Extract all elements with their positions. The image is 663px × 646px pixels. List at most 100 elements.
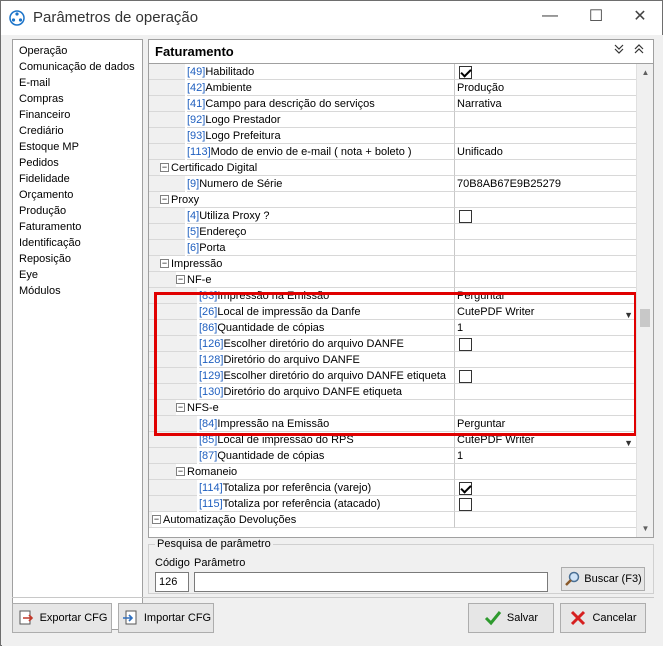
param-row[interactable]: [4]Utiliza Proxy ? <box>149 208 636 224</box>
param-row[interactable]: [26]Local de impressão da Danfe CutePDF W… <box>149 304 636 320</box>
param-checkbox[interactable] <box>459 482 472 495</box>
collapse-toggle-icon[interactable]: − <box>160 258 169 268</box>
param-row[interactable]: [9]Numero de Série 70B8AB67E9B25279 <box>149 176 636 192</box>
param-checkbox[interactable] <box>459 66 472 79</box>
param-row[interactable]: [128]Diretório do arquivo DANFE <box>149 352 636 368</box>
group-row[interactable]: − Impressão <box>149 256 636 272</box>
import-cfg-button[interactable]: Importar CFG <box>118 603 214 633</box>
group-row[interactable]: − NF-e <box>149 272 636 288</box>
scroll-down-icon[interactable]: ▼ <box>637 520 653 537</box>
close-button[interactable]: ✕ <box>617 1 663 31</box>
nav-item[interactable]: Operação <box>19 43 67 59</box>
nav-item[interactable]: Eye <box>19 267 38 283</box>
param-input[interactable] <box>194 572 548 592</box>
param-row[interactable]: [115]Totaliza por referência (atacado) <box>149 496 636 512</box>
param-value-cell[interactable] <box>454 128 636 144</box>
nav-item[interactable]: Financeiro <box>19 107 70 123</box>
param-value-cell[interactable] <box>454 112 636 128</box>
nav-item[interactable]: Módulos <box>19 283 61 299</box>
collapse-toggle-icon[interactable]: − <box>152 514 161 524</box>
dropdown-arrow-icon[interactable]: ▼ <box>624 307 633 319</box>
group-row[interactable]: − Certificado Digital <box>149 160 636 176</box>
param-value-cell[interactable]: 70B8AB67E9B25279 <box>454 176 636 192</box>
collapse-toggle-icon[interactable]: − <box>160 194 169 204</box>
param-value-cell[interactable]: Produção <box>454 80 636 96</box>
param-value-cell[interactable]: 1 <box>454 448 636 464</box>
nav-item[interactable]: Orçamento <box>19 187 73 203</box>
param-value-cell[interactable]: Perguntar <box>454 416 636 432</box>
nav-item[interactable]: Faturamento <box>19 219 81 235</box>
param-row[interactable]: [6]Porta <box>149 240 636 256</box>
nav-item[interactable]: Pedidos <box>19 155 59 171</box>
collapse-toggle-icon[interactable]: − <box>160 162 169 172</box>
category-list[interactable]: Operação Comunicação de dados E-mail Compra… <box>12 39 143 630</box>
code-input[interactable]: 126 <box>155 572 189 592</box>
param-row[interactable]: [113]Modo de envio de e-mail ( nota + bo… <box>149 144 636 160</box>
cancel-button[interactable]: Cancelar <box>560 603 646 633</box>
dropdown-arrow-icon[interactable]: ▼ <box>624 435 633 447</box>
param-value-cell[interactable] <box>454 64 636 80</box>
param-row[interactable]: [49]Habilitado <box>149 64 636 80</box>
maximize-button[interactable]: ☐ <box>573 1 619 31</box>
param-checkbox[interactable] <box>459 498 472 511</box>
param-value-cell[interactable]: Perguntar <box>454 288 636 304</box>
param-value-cell[interactable]: 1 <box>454 320 636 336</box>
nav-item[interactable]: Reposição <box>19 251 71 267</box>
param-row[interactable]: [86]Quantidade de cópias 1 <box>149 320 636 336</box>
nav-item[interactable]: Crediário <box>19 123 64 139</box>
param-checkbox[interactable] <box>459 210 472 223</box>
param-value-cell[interactable] <box>454 240 636 256</box>
param-row[interactable]: [93]Logo Prefeitura <box>149 128 636 144</box>
param-row[interactable]: [130]Diretório do arquivo DANFE etiqueta <box>149 384 636 400</box>
param-row[interactable]: [83]Impressão na Emissão Perguntar <box>149 288 636 304</box>
nav-item[interactable]: Compras <box>19 91 64 107</box>
export-cfg-button[interactable]: Exportar CFG <box>12 603 112 633</box>
collapse-toggle-icon[interactable]: − <box>176 274 185 284</box>
param-value-cell[interactable] <box>454 496 636 512</box>
param-value-cell[interactable]: Narrativa <box>454 96 636 112</box>
param-value-cell[interactable] <box>454 352 636 368</box>
param-row[interactable]: [126]Escolher diretório do arquivo DANFE <box>149 336 636 352</box>
scroll-up-icon[interactable]: ▲ <box>637 64 653 81</box>
nav-item[interactable]: Identificação <box>19 235 81 251</box>
param-row[interactable]: [92]Logo Prestador <box>149 112 636 128</box>
param-row[interactable]: [5]Endereço <box>149 224 636 240</box>
param-row[interactable]: [85]Local de impressão do RPS CutePDF Wri… <box>149 432 636 448</box>
param-checkbox[interactable] <box>459 370 472 383</box>
scroll-thumb[interactable] <box>640 309 650 327</box>
group-row[interactable]: − Proxy <box>149 192 636 208</box>
collapse-toggle-icon[interactable]: − <box>176 466 185 476</box>
vertical-scrollbar[interactable]: ▲ ▼ <box>636 64 653 537</box>
param-value-cell[interactable]: CutePDF Writer ▼ <box>454 304 636 320</box>
nav-item[interactable]: Fidelidade <box>19 171 70 187</box>
param-value-cell[interactable] <box>454 208 636 224</box>
collapse-toggle-icon[interactable]: − <box>176 402 185 412</box>
expand-all-icon[interactable] <box>611 43 627 59</box>
param-row[interactable]: [114]Totaliza por referência (varejo) <box>149 480 636 496</box>
param-value-cell[interactable] <box>454 384 636 400</box>
param-row[interactable]: [42]Ambiente Produção <box>149 80 636 96</box>
param-value-cell[interactable] <box>454 224 636 240</box>
param-row[interactable]: [129]Escolher diretório do arquivo DANFE… <box>149 368 636 384</box>
param-value-cell[interactable]: Unificado <box>454 144 636 160</box>
param-checkbox[interactable] <box>459 338 472 351</box>
search-button[interactable]: Buscar (F3) <box>561 567 645 591</box>
minimize-button[interactable]: — <box>527 1 573 31</box>
save-button[interactable]: Salvar <box>468 603 554 633</box>
param-value-cell[interactable] <box>454 368 636 384</box>
param-value-cell[interactable]: CutePDF Writer ▼ <box>454 432 636 448</box>
param-value-cell[interactable] <box>454 336 636 352</box>
param-value-cell[interactable] <box>454 480 636 496</box>
param-row[interactable]: [87]Quantidade de cópias 1 <box>149 448 636 464</box>
param-row[interactable]: [41]Campo para descrição do serviços Narr… <box>149 96 636 112</box>
param-row[interactable]: [84]Impressão na Emissão Perguntar <box>149 416 636 432</box>
nav-item[interactable]: E-mail <box>19 75 50 91</box>
group-row[interactable]: − NFS-e <box>149 400 636 416</box>
nav-item[interactable]: Comunicação de dados <box>19 59 135 75</box>
collapse-all-icon[interactable] <box>631 43 647 59</box>
group-row[interactable]: − Automatização Devoluções <box>149 512 636 528</box>
parameter-grid[interactable]: [49]Habilitado [42]Ambiente Produção [41]Ca… <box>148 63 654 538</box>
group-row[interactable]: − Romaneio <box>149 464 636 480</box>
nav-item[interactable]: Produção <box>19 203 66 219</box>
nav-item[interactable]: Estoque MP <box>19 139 79 155</box>
